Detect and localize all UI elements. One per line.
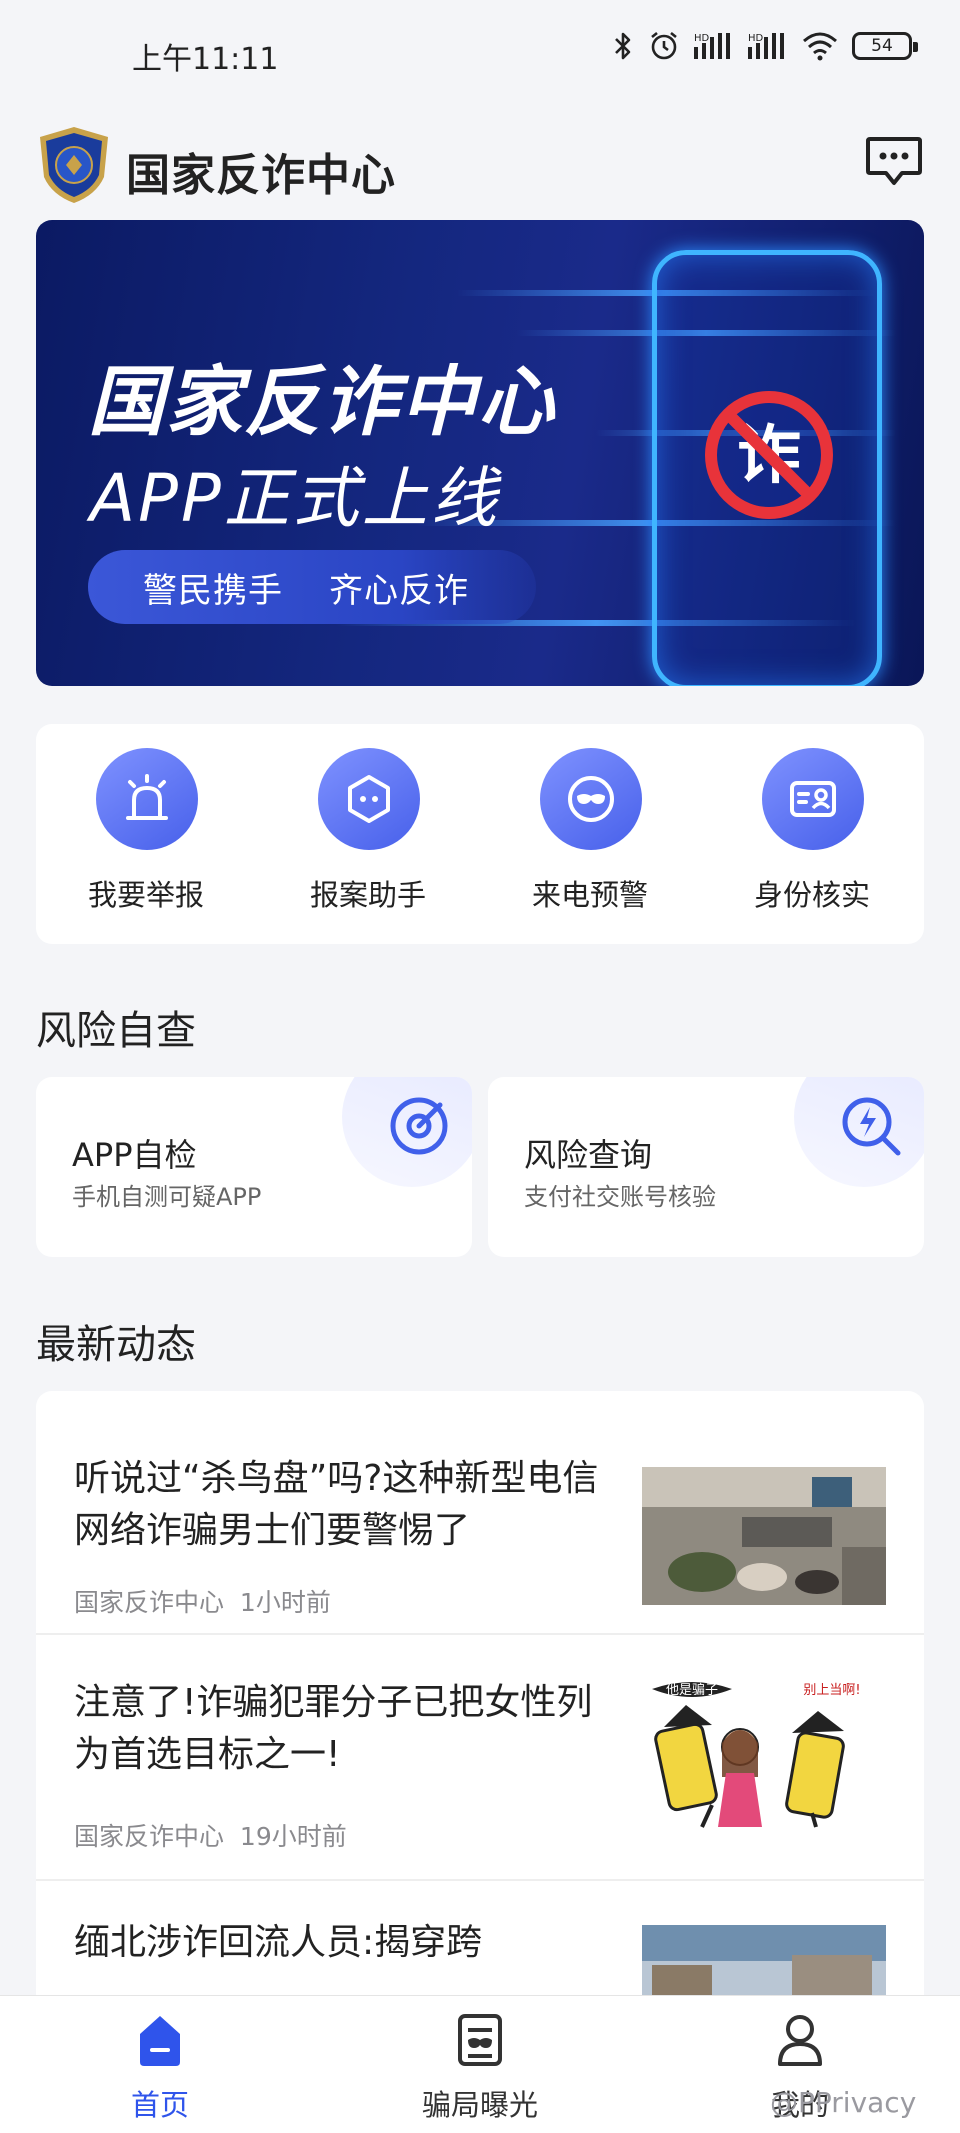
news-source: 国家反诈中心 — [74, 1822, 225, 1851]
signal-hd-icon-1: HD — [694, 33, 730, 59]
news-item[interactable]: 缅北涉诈回流人员:揭穿跨 — [36, 1883, 924, 2011]
quick-action-call-alert[interactable]: 来电预警 — [500, 748, 680, 928]
status-time: 上午11:11 — [132, 42, 279, 77]
status-bar: 上午11:11 HD HD 54 — [0, 0, 960, 110]
bluetooth-icon — [615, 32, 631, 60]
police-badge-logo — [40, 127, 108, 203]
quick-action-id-verify[interactable]: 身份核实 — [722, 748, 902, 928]
search-bolt-icon — [842, 1097, 901, 1156]
no-fraud-icon: 诈 — [705, 391, 833, 519]
cartoon-caption-1: 他是骗子 — [666, 1683, 718, 1698]
watermark: @PPrivacy — [770, 2086, 917, 2119]
cartoon-caption-2: 别上当啊! — [803, 1683, 860, 1698]
exposure-book-icon — [458, 2014, 502, 2066]
quick-action-label: 报案助手 — [309, 878, 426, 912]
status-icons: HD HD 54 — [612, 30, 918, 62]
tab-home[interactable]: 首页 — [60, 2012, 260, 2132]
slogan-part-1: 警民携手 — [143, 570, 283, 611]
risk-card-subtitle: 手机自测可疑APP — [72, 1183, 262, 1211]
risk-card-title: 风险查询 — [524, 1136, 653, 1174]
user-icon — [778, 2015, 822, 2066]
news-meta: 国家反诈中心 19小时前 — [74, 1817, 347, 1853]
battery-level: 54 — [871, 36, 893, 56]
wifi-icon — [803, 32, 837, 61]
target-scan-icon — [390, 1097, 448, 1155]
news-title: 注意了!诈骗犯罪分子已把女性列为首选目标之一! — [74, 1682, 593, 1775]
banner-slogan: 警民携手 齐心反诈 — [88, 550, 536, 624]
quick-action-circle — [96, 748, 198, 850]
news-item[interactable]: 注意了!诈骗犯罪分子已把女性列为首选目标之一! 国家反诈中心 19小时前 他是骗… — [36, 1637, 924, 1881]
quick-action-label: 我要举报 — [87, 878, 204, 912]
tab-label: 骗局曝光 — [421, 2088, 538, 2122]
id-card-icon — [790, 781, 836, 817]
news-title: 缅北涉诈回流人员:揭穿跨 — [74, 1922, 483, 1963]
news-thumbnail — [642, 1467, 886, 1605]
signal-hd-icon-2: HD — [748, 33, 784, 59]
app-header: 国家反诈中心 — [36, 125, 924, 205]
quick-actions-card: 我要举报 报案助手 来电预警 身份核实 — [36, 724, 924, 944]
news-list: 听说过“杀鸟盘”吗?这种新型电信网络诈骗男士们要警惕了 国家反诈中心 1小时前 … — [36, 1391, 924, 2011]
banner-title: 国家反诈中心 — [88, 357, 556, 446]
quick-action-label: 身份核实 — [753, 878, 870, 912]
svg-text:HD: HD — [748, 33, 764, 44]
svg-text:HD: HD — [694, 33, 710, 44]
alarm-clock-icon — [651, 31, 677, 60]
quick-action-label: 来电预警 — [531, 878, 648, 912]
alarm-light-icon — [126, 774, 168, 820]
risk-section-title: 风险自查 — [36, 1008, 196, 1054]
tab-label: 首页 — [130, 2088, 189, 2122]
message-icon[interactable] — [864, 133, 924, 189]
mask-icon — [568, 776, 614, 822]
news-section-title: 最新动态 — [36, 1322, 196, 1368]
risk-card-subtitle: 支付社交账号核验 — [524, 1183, 716, 1211]
news-time: 19小时前 — [239, 1822, 347, 1851]
quick-action-circle — [540, 748, 642, 850]
slogan-part-2: 齐心反诈 — [329, 570, 469, 611]
promo-banner[interactable]: 诈 国家反诈中心 APP正式上线 警民携手 齐心反诈 — [36, 220, 924, 686]
news-time: 1小时前 — [239, 1588, 331, 1617]
news-meta: 国家反诈中心 1小时前 — [74, 1583, 331, 1619]
banner-subtitle: APP正式上线 — [90, 460, 500, 537]
quick-action-report[interactable]: 我要举报 — [56, 748, 236, 928]
app-title: 国家反诈中心 — [126, 150, 396, 201]
news-item[interactable]: 听说过“杀鸟盘”吗?这种新型电信网络诈骗男士们要警惕了 国家反诈中心 1小时前 — [36, 1391, 924, 1635]
risk-card-title: APP自检 — [72, 1136, 197, 1174]
news-title: 听说过“杀鸟盘”吗?这种新型电信网络诈骗男士们要警惕了 — [74, 1458, 599, 1551]
risk-query-card[interactable]: 风险查询 支付社交账号核验 — [488, 1077, 924, 1257]
quick-action-circle — [318, 748, 420, 850]
news-cartoon-thumbnail: 他是骗子 别上当啊! — [642, 1677, 886, 1837]
battery-indicator: 54 — [852, 32, 918, 60]
app-self-check-card[interactable]: APP自检 手机自测可疑APP — [36, 1077, 472, 1257]
quick-action-case-assistant[interactable]: 报案助手 — [278, 748, 458, 928]
news-source: 国家反诈中心 — [74, 1588, 225, 1617]
robot-face-icon — [348, 775, 390, 823]
quick-action-circle — [762, 748, 864, 850]
home-icon — [140, 2016, 180, 2066]
tab-scam-exposure[interactable]: 骗局曝光 — [380, 2012, 580, 2132]
